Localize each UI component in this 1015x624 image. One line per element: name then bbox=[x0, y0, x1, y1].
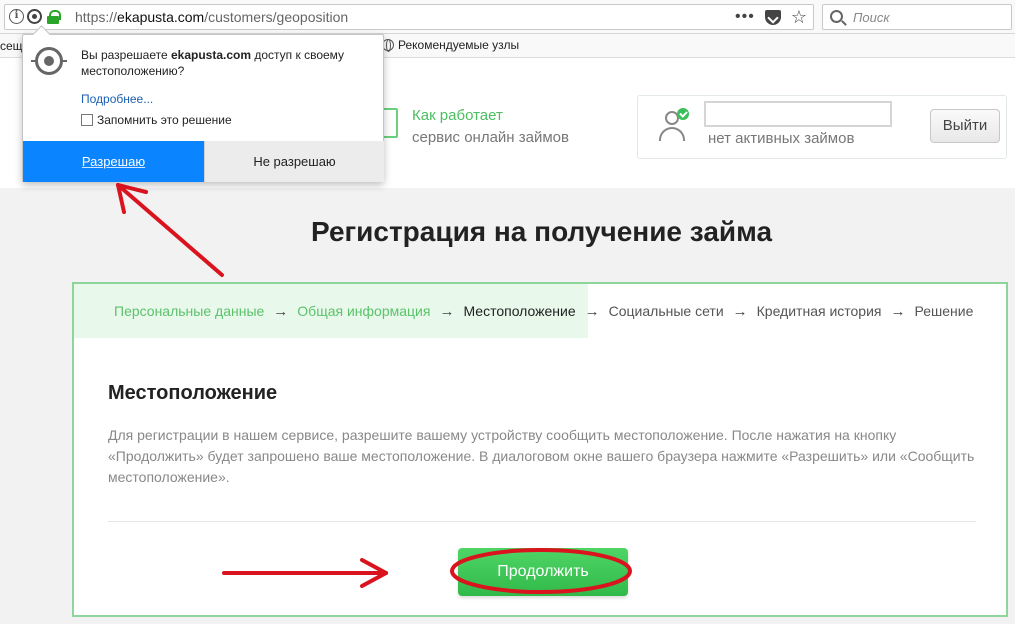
url-actions: ••• ☆ bbox=[735, 8, 807, 26]
bookmark-star-icon[interactable]: ☆ bbox=[791, 8, 807, 26]
learn-more-link[interactable]: Подробнее... bbox=[81, 92, 153, 106]
permission-message-prefix: Вы разрешаете bbox=[81, 48, 171, 62]
section-description: Для регистрации в нашем сервисе, разреши… bbox=[108, 427, 975, 485]
geolocation-permission-popup: Вы разрешаете ekapusta.com доступ к свое… bbox=[22, 34, 384, 182]
bookmark-item-partial[interactable]: сещ bbox=[0, 39, 23, 53]
url-prefix: https:// bbox=[75, 9, 118, 25]
info-icon[interactable]: i bbox=[9, 9, 24, 24]
step-arrow: → bbox=[890, 302, 906, 320]
step-location: Местоположение bbox=[463, 303, 576, 319]
step-arrow: → bbox=[584, 302, 600, 320]
logout-button[interactable]: Выйти bbox=[930, 109, 1000, 143]
search-icon bbox=[830, 10, 843, 23]
progress-steps: Персональные данные → Общая информация →… bbox=[74, 284, 1006, 338]
deny-button-label: Не разрешаю bbox=[253, 154, 336, 169]
url-icons: i bbox=[9, 9, 61, 24]
search-bar[interactable]: Поиск bbox=[822, 4, 1012, 30]
url-host: ekapusta.com bbox=[117, 9, 205, 25]
step-personal-data: Персональные данные bbox=[114, 303, 265, 319]
user-verified-icon bbox=[656, 108, 690, 142]
remember-label: Запомнить это решение bbox=[97, 113, 232, 127]
permission-message-host: ekapusta.com bbox=[170, 48, 252, 62]
browser-toolbar: i https://ekapusta.com/customers/geoposi… bbox=[0, 0, 1015, 34]
steps-list: Персональные данные → Общая информация →… bbox=[74, 303, 973, 320]
continue-button[interactable]: Продолжить bbox=[458, 548, 628, 596]
url-path: /customers/geoposition bbox=[204, 9, 349, 25]
page-actions-icon[interactable]: ••• bbox=[735, 8, 755, 26]
step-arrow: → bbox=[273, 302, 289, 320]
screen: i https://ekapusta.com/customers/geoposi… bbox=[0, 0, 1015, 624]
geolocation-icon[interactable] bbox=[27, 9, 42, 24]
url-text[interactable]: https://ekapusta.com/customers/geopositi… bbox=[75, 9, 348, 25]
step-credit-history: Кредитная история bbox=[756, 303, 882, 319]
geolocation-target-icon bbox=[31, 47, 67, 75]
allow-button[interactable]: Разрешаю bbox=[23, 141, 204, 182]
account-box: нет активных займов Выйти bbox=[637, 95, 1007, 159]
step-general-info: Общая информация bbox=[297, 303, 431, 319]
how-it-works-subtitle: сервис онлайн займов bbox=[412, 129, 569, 146]
remember-checkbox[interactable] bbox=[81, 114, 93, 126]
search-placeholder: Поиск bbox=[853, 10, 890, 25]
masked-user-name bbox=[704, 101, 892, 127]
step-social-networks: Социальные сети bbox=[608, 303, 724, 319]
registration-card: Персональные данные → Общая информация →… bbox=[72, 282, 1008, 617]
bookmark-recommended-label: Рекомендуемые узлы bbox=[398, 38, 520, 52]
step-arrow: → bbox=[732, 302, 748, 320]
divider bbox=[108, 521, 976, 522]
lock-icon[interactable] bbox=[47, 9, 61, 24]
address-bar[interactable]: i https://ekapusta.com/customers/geoposi… bbox=[4, 4, 814, 30]
pocket-icon[interactable] bbox=[764, 9, 781, 25]
step-decision: Решение bbox=[914, 303, 974, 319]
section-title: Местоположение bbox=[108, 382, 278, 404]
bookmark-recommended[interactable]: Рекомендуемые узлы bbox=[382, 38, 519, 52]
remember-decision[interactable]: Запомнить это решение bbox=[81, 113, 232, 127]
deny-button[interactable]: Не разрешаю bbox=[204, 141, 384, 182]
no-active-loans-text: нет активных займов bbox=[708, 130, 855, 147]
how-it-works-link[interactable]: Как работает bbox=[412, 107, 503, 124]
page-title: Регистрация на получение займа bbox=[310, 216, 773, 247]
allow-button-label: Разрешаю bbox=[81, 154, 146, 169]
step-arrow: → bbox=[439, 302, 455, 320]
permission-message: Вы разрешаете ekapusta.com доступ к свое… bbox=[81, 47, 371, 79]
